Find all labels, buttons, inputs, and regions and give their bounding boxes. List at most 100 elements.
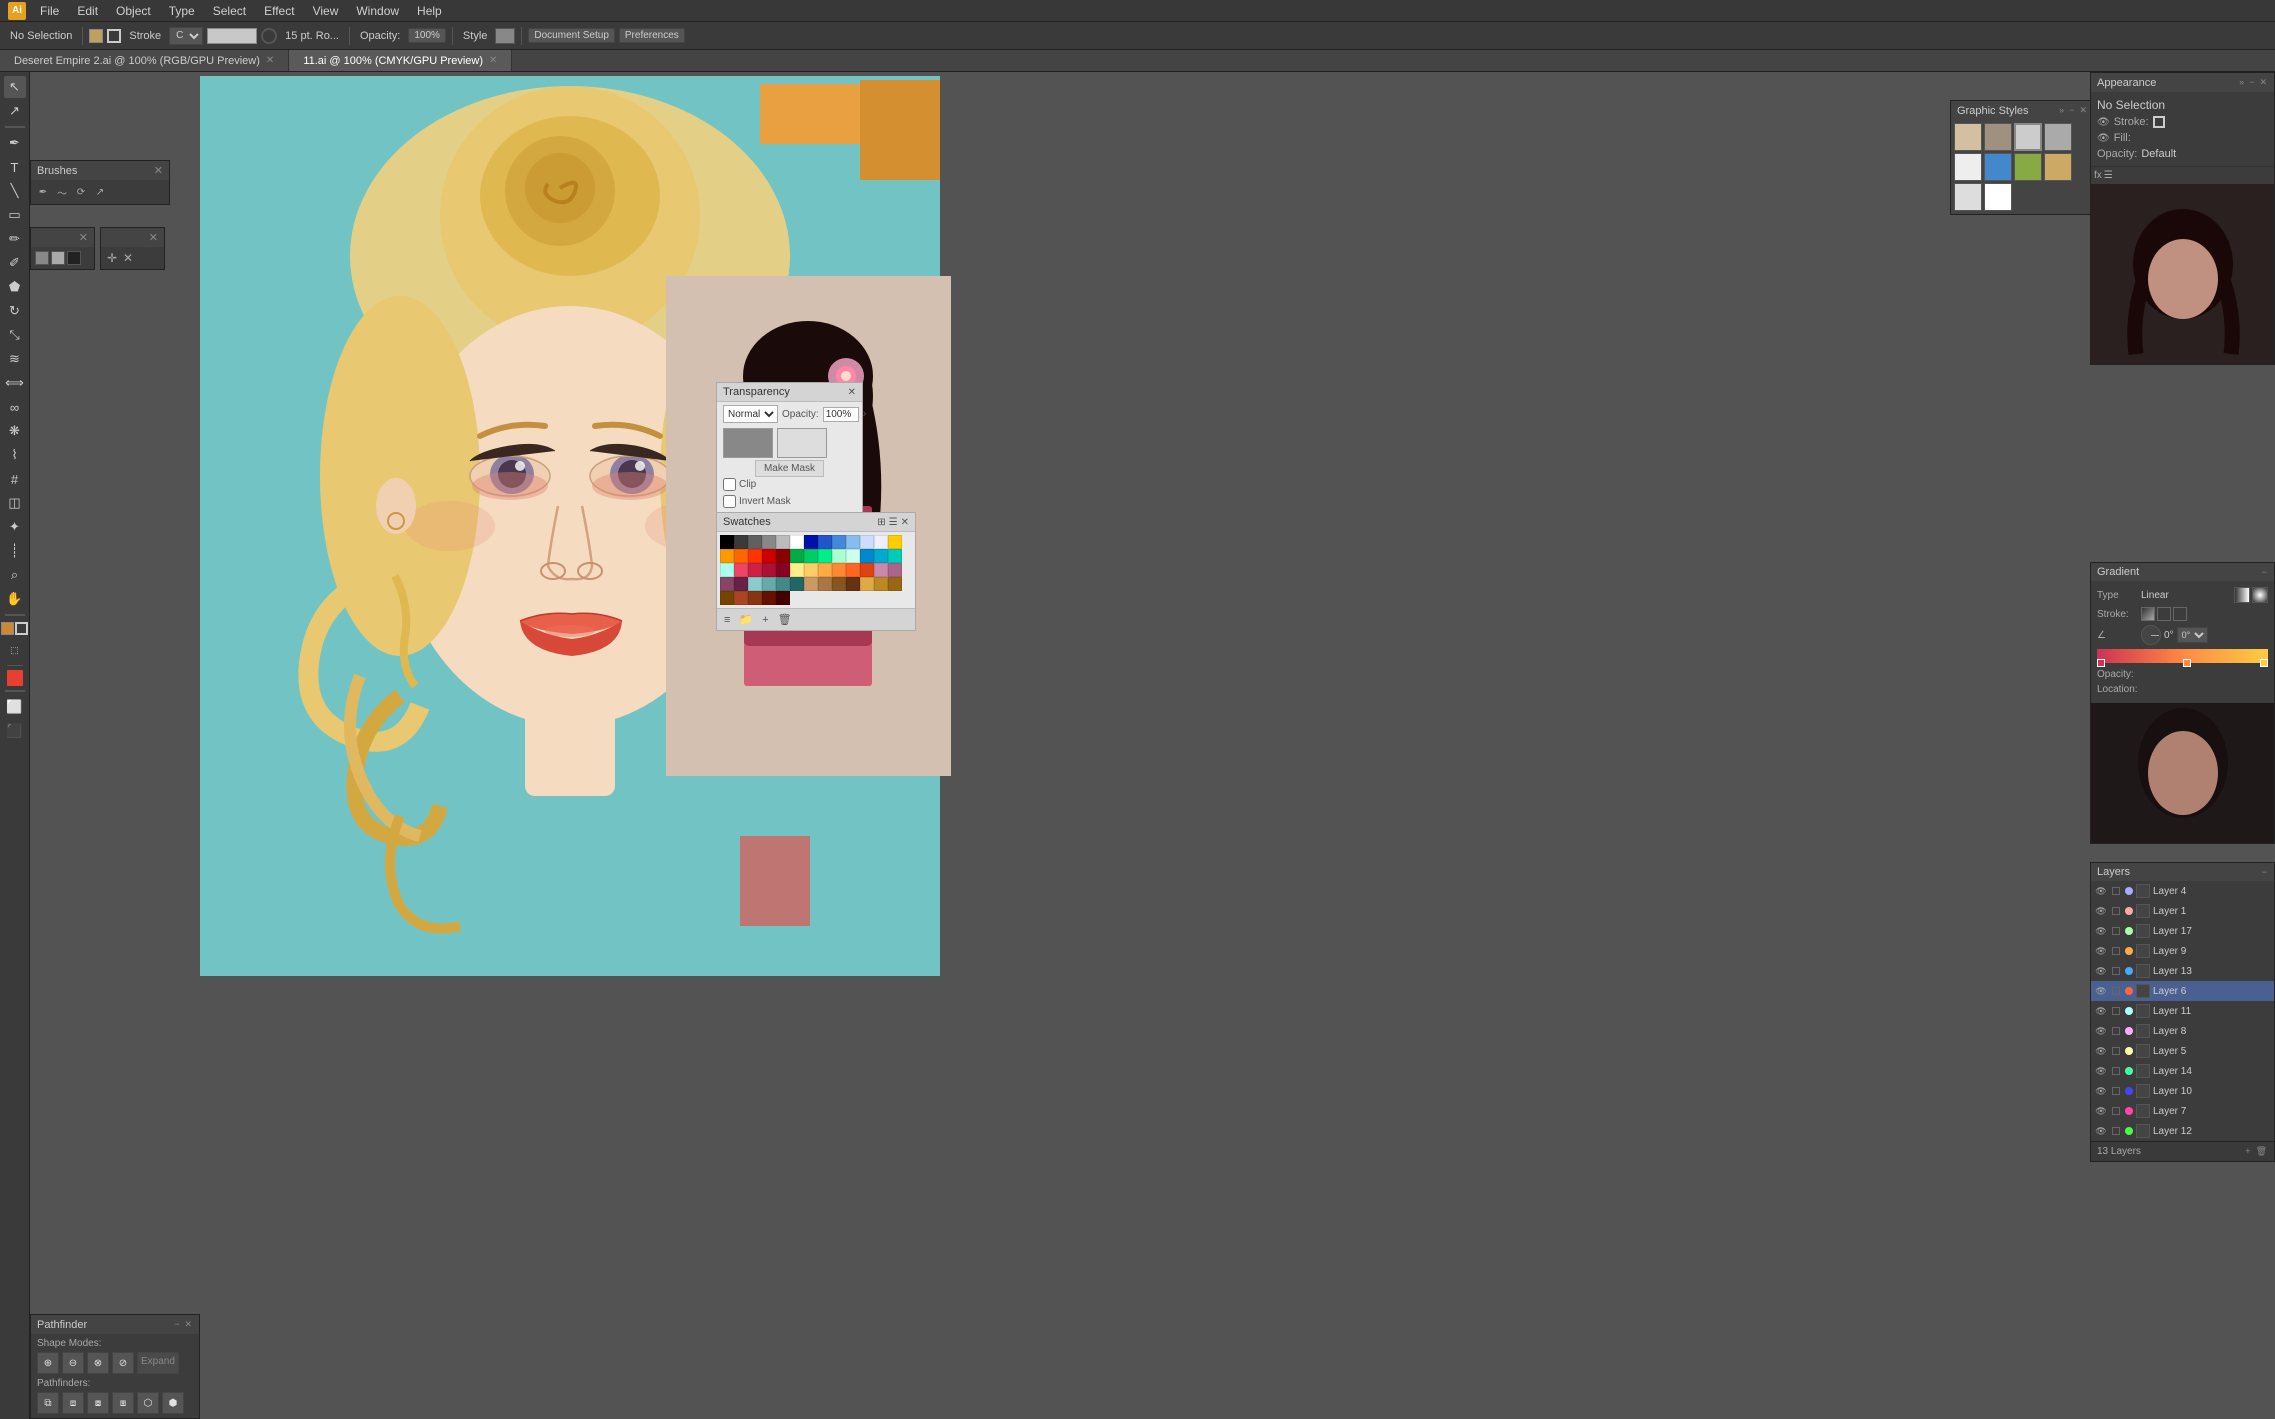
preferences-btn[interactable]: Preferences: [619, 28, 685, 43]
shape-mode-2[interactable]: ⊖: [62, 1352, 84, 1374]
swatch-13[interactable]: [720, 549, 734, 563]
swatch-54[interactable]: [748, 591, 762, 605]
layer-row[interactable]: 👁 Layer 7: [2091, 1101, 2274, 1121]
swatch-0[interactable]: [720, 535, 734, 549]
swatch-27[interactable]: [734, 563, 748, 577]
layer-eye-9[interactable]: 👁: [2095, 1065, 2107, 1077]
swatch-41[interactable]: [748, 577, 762, 591]
menu-file[interactable]: File: [32, 2, 67, 20]
layers-new-layer[interactable]: +: [2244, 1145, 2251, 1158]
appearance-close[interactable]: ✕: [2258, 76, 2268, 89]
swatch-38[interactable]: [888, 563, 902, 577]
swatch-46[interactable]: [818, 577, 832, 591]
swatch-2[interactable]: [748, 535, 762, 549]
brush-tool-4[interactable]: ↗: [92, 184, 108, 200]
expand-btn[interactable]: Expand: [137, 1352, 179, 1374]
swatch-36[interactable]: [860, 563, 874, 577]
swatch-21[interactable]: [832, 549, 846, 563]
swatch-8[interactable]: [832, 535, 846, 549]
sw-new-swatch-btn[interactable]: +: [759, 613, 771, 627]
fill-color-box[interactable]: [89, 29, 103, 43]
style-swatch[interactable]: [495, 28, 515, 44]
sw-delete-btn[interactable]: 🗑: [775, 612, 795, 627]
shape-mode-4[interactable]: ⊘: [112, 1352, 134, 1374]
tool-column[interactable]: ⌇: [4, 444, 26, 466]
swatch-52[interactable]: [720, 591, 734, 605]
appearance-icon-1[interactable]: fx: [2094, 170, 2102, 181]
layer-lock-0[interactable]: [2112, 887, 2120, 895]
tab-1[interactable]: 11.ai @ 100% (CMYK/GPU Preview) ✕: [289, 50, 512, 71]
layer-eye-1[interactable]: 👁: [2095, 905, 2107, 917]
layer-row[interactable]: 👁 Layer 9: [2091, 941, 2274, 961]
gs-swatch-4[interactable]: [2044, 123, 2072, 151]
swatch-47[interactable]: [832, 577, 846, 591]
swatch-51[interactable]: [888, 577, 902, 591]
swatch-28[interactable]: [748, 563, 762, 577]
gs-swatch-10[interactable]: [1984, 183, 2012, 211]
gradient-minimize[interactable]: −: [2261, 566, 2268, 578]
layer-lock-11[interactable]: [2112, 1107, 2120, 1115]
layers-minimize[interactable]: −: [2261, 866, 2268, 878]
pf-btn-1[interactable]: ⧉: [37, 1392, 59, 1414]
layer-lock-1[interactable]: [2112, 907, 2120, 915]
swatch-29[interactable]: [762, 563, 776, 577]
tab-close-1[interactable]: ✕: [489, 55, 497, 66]
swatch-49[interactable]: [860, 577, 874, 591]
swatch-26[interactable]: [720, 563, 734, 577]
tool-pen[interactable]: ✒: [4, 132, 26, 154]
swatch-42[interactable]: [762, 577, 776, 591]
swatch-34[interactable]: [832, 563, 846, 577]
swatch-7[interactable]: [818, 535, 832, 549]
layer-row[interactable]: 👁 Layer 1: [2091, 901, 2274, 921]
shape-mode-1[interactable]: ⊕: [37, 1352, 59, 1374]
layer-lock-7[interactable]: [2112, 1027, 2120, 1035]
layer-lock-12[interactable]: [2112, 1127, 2120, 1135]
swatch-10[interactable]: [860, 535, 874, 549]
menu-help[interactable]: Help: [409, 2, 450, 20]
document-setup-btn[interactable]: Document Setup: [528, 28, 615, 43]
swatches-list-btn[interactable]: ☰: [889, 517, 898, 528]
swatch-19[interactable]: [804, 549, 818, 563]
layer-lock-4[interactable]: [2112, 967, 2120, 975]
layer-eye-4[interactable]: 👁: [2095, 965, 2107, 977]
layer-lock-2[interactable]: [2112, 927, 2120, 935]
pathfinder-close[interactable]: ✕: [183, 1318, 193, 1331]
swatch-9[interactable]: [846, 535, 860, 549]
gradient-radial-btn[interactable]: [2252, 587, 2268, 603]
sw-new-group-btn[interactable]: 📁: [736, 612, 756, 627]
swatch-32[interactable]: [804, 563, 818, 577]
opacity-value[interactable]: 100%: [408, 28, 446, 43]
shape-mode-3[interactable]: ⊗: [87, 1352, 109, 1374]
appearance-icon-2[interactable]: ☰: [2104, 170, 2113, 181]
pf-btn-3[interactable]: ⧇: [87, 1392, 109, 1414]
swatch-16[interactable]: [762, 549, 776, 563]
layer-lock-9[interactable]: [2112, 1067, 2120, 1075]
tool-draw-behind[interactable]: ⬛: [4, 720, 26, 742]
menu-window[interactable]: Window: [348, 2, 407, 20]
pf-btn-4[interactable]: ⧆: [112, 1392, 134, 1414]
transparency-blend-select[interactable]: Normal: [723, 405, 778, 423]
bp3-icon-1[interactable]: ✛: [105, 251, 119, 265]
tab-0[interactable]: Deseret Empire 2.ai @ 100% (RGB/GPU Prev…: [0, 50, 289, 71]
menu-view[interactable]: View: [305, 2, 347, 20]
gs-swatch-9[interactable]: [1954, 183, 1982, 211]
tool-blend[interactable]: ∞: [4, 396, 26, 418]
swatch-44[interactable]: [790, 577, 804, 591]
layer-row[interactable]: 👁 Layer 8: [2091, 1021, 2274, 1041]
layer-row[interactable]: 👁 Layer 11: [2091, 1001, 2274, 1021]
gradient-stop-2[interactable]: [2183, 659, 2191, 667]
swatches-grid-btn[interactable]: ⊞: [877, 517, 885, 528]
layer-row[interactable]: 👁 Layer 6: [2091, 981, 2274, 1001]
layer-eye-0[interactable]: 👁: [2095, 885, 2107, 897]
brush-panel3-close[interactable]: ✕: [149, 231, 158, 244]
layer-row[interactable]: 👁 Layer 4: [2091, 881, 2274, 901]
tool-hand[interactable]: ✋: [4, 588, 26, 610]
layer-lock-8[interactable]: [2112, 1047, 2120, 1055]
pf-btn-5[interactable]: ⬡: [137, 1392, 159, 1414]
swatch-40[interactable]: [734, 577, 748, 591]
swatch-4[interactable]: [776, 535, 790, 549]
gs-swatch-7[interactable]: [2014, 153, 2042, 181]
brush-tool-2[interactable]: 〜: [54, 184, 70, 200]
stroke-tool-box[interactable]: [15, 622, 28, 635]
clip-checkbox[interactable]: [723, 478, 736, 491]
